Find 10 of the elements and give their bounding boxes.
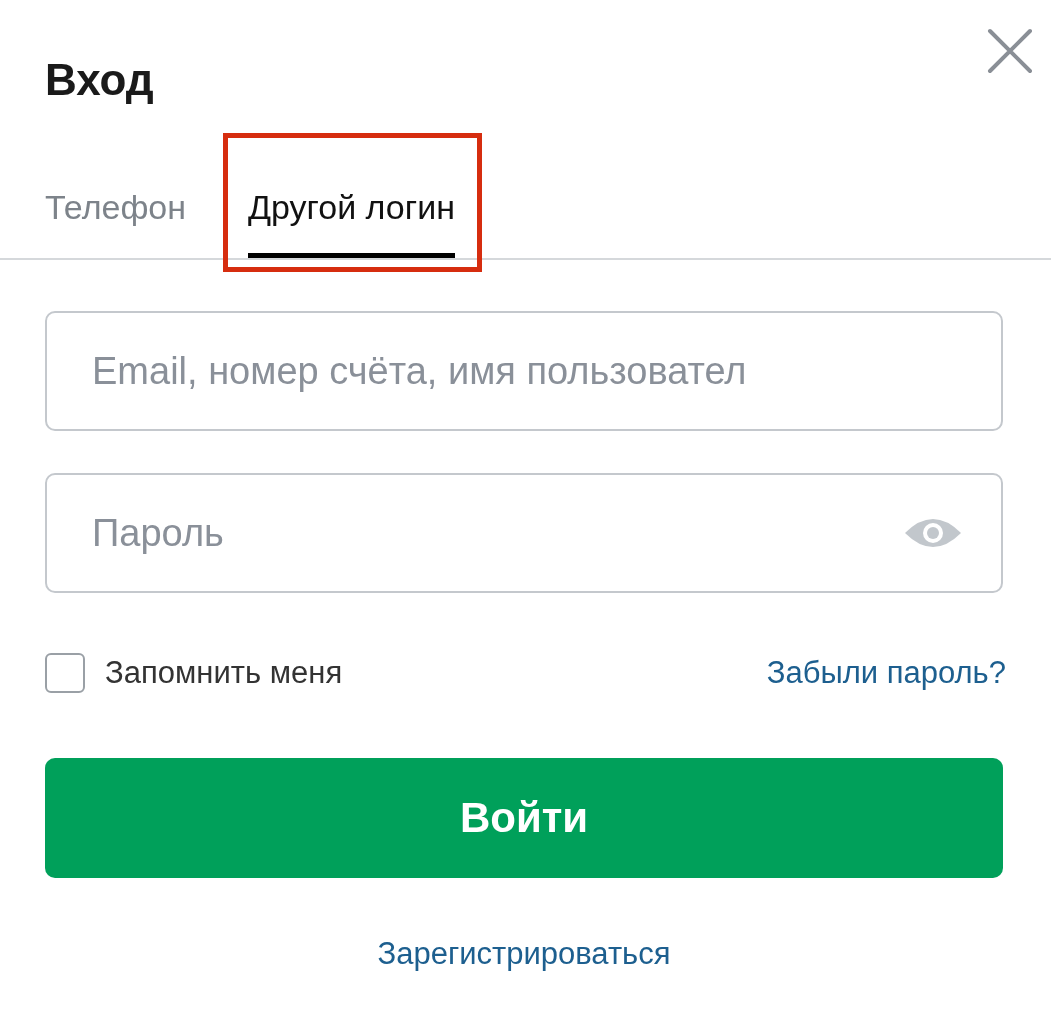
- checkbox-label: Запомнить меня: [105, 654, 343, 692]
- register-link[interactable]: Зарегистрироваться: [377, 933, 671, 974]
- checkbox[interactable]: [45, 653, 85, 694]
- close-icon[interactable]: [987, 28, 1033, 74]
- password-field[interactable]: Пароль: [45, 473, 1003, 593]
- forgot-password-link[interactable]: Забыли пароль?: [766, 650, 1006, 697]
- dialog-title: Вход: [45, 54, 154, 106]
- tab[interactable]: Телефон: [45, 140, 187, 258]
- login-field[interactable]: Email, номер счёта, имя пользовател: [45, 311, 1003, 431]
- tab[interactable]: Другой логин: [248, 140, 455, 258]
